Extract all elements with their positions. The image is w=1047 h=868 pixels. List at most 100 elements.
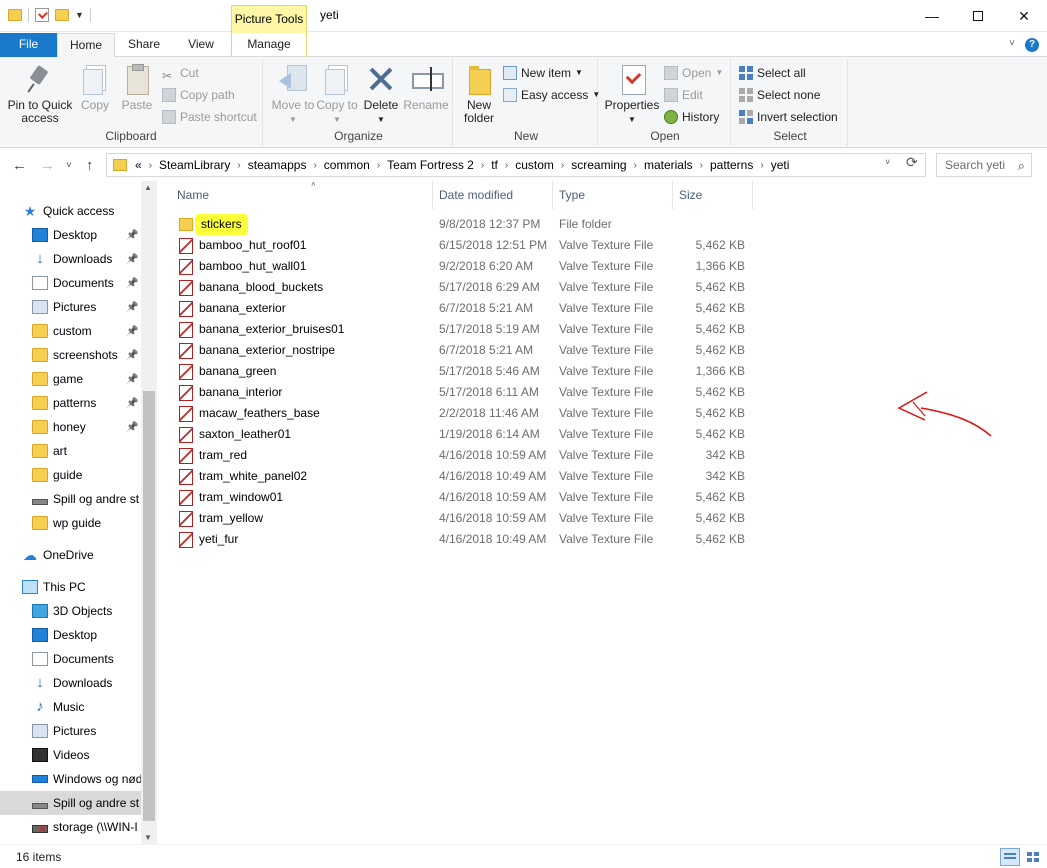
- properties-icon[interactable]: [35, 8, 49, 22]
- nav-item[interactable]: ♪ Music: [0, 695, 141, 719]
- large-icons-view-icon[interactable]: [1023, 848, 1043, 866]
- paste-shortcut-button[interactable]: Paste shortcut: [162, 107, 257, 127]
- history-button[interactable]: History: [664, 107, 719, 127]
- pin-icon[interactable]: 📌: [126, 278, 138, 289]
- pin-icon[interactable]: 📌: [126, 422, 138, 433]
- new-folder-icon[interactable]: [55, 9, 69, 21]
- file-row[interactable]: bamboo_hut_roof01 6/15/2018 12:51 PM Valve…: [157, 235, 757, 256]
- breadcrumb-item[interactable]: custom: [515, 158, 554, 172]
- chevron-right-icon[interactable]: ›: [237, 160, 240, 171]
- open-button[interactable]: Open ▼: [664, 63, 723, 83]
- tab-manage[interactable]: Manage: [231, 33, 307, 57]
- nav-item[interactable]: screenshots 📌: [0, 343, 141, 367]
- pin-icon[interactable]: 📌: [126, 374, 138, 385]
- breadcrumb-item[interactable]: yeti: [771, 158, 790, 172]
- tab-file[interactable]: File: [0, 33, 57, 57]
- nav-quick-access[interactable]: ★ Quick access: [0, 199, 141, 223]
- nav-item[interactable]: ↓ Downloads 📌: [0, 247, 141, 271]
- breadcrumb-item[interactable]: Team Fortress 2: [387, 158, 474, 172]
- breadcrumb-item[interactable]: SteamLibrary: [159, 158, 230, 172]
- breadcrumb-item[interactable]: screaming: [571, 158, 626, 172]
- file-row[interactable]: saxton_leather01 1/19/2018 6:14 AM Valve T…: [157, 424, 757, 445]
- address-bar[interactable]: « › SteamLibrary › steamapps › common › Team F…: [106, 153, 926, 177]
- column-header-type[interactable]: Type: [553, 181, 673, 209]
- nav-item[interactable]: wp guide: [0, 511, 141, 535]
- tab-home[interactable]: Home: [57, 33, 115, 58]
- chevron-right-icon[interactable]: ›: [313, 160, 316, 171]
- file-row[interactable]: yeti_fur 4/16/2018 10:49 AM Valve Texture …: [157, 529, 757, 550]
- nav-item[interactable]: patterns 📌: [0, 391, 141, 415]
- copy-path-button[interactable]: Copy path: [162, 85, 235, 105]
- column-header-date[interactable]: Date modified: [433, 181, 553, 209]
- minimize-button[interactable]: —: [909, 0, 955, 32]
- nav-item[interactable]: honey 📌: [0, 415, 141, 439]
- breadcrumb-item[interactable]: patterns: [710, 158, 753, 172]
- nav-item[interactable]: storage (\\WIN-I: [0, 815, 141, 839]
- details-view-icon[interactable]: [1000, 848, 1020, 866]
- paste-button[interactable]: Paste: [118, 63, 156, 112]
- file-row[interactable]: tram_red 4/16/2018 10:59 AM Valve Texture …: [157, 445, 757, 466]
- nav-item[interactable]: game 📌: [0, 367, 141, 391]
- chevron-right-icon[interactable]: ›: [760, 160, 763, 171]
- file-row[interactable]: tram_white_panel02 4/16/2018 10:49 AM Valv…: [157, 466, 757, 487]
- chevron-right-icon[interactable]: ›: [149, 160, 152, 171]
- edit-button[interactable]: Edit: [664, 85, 703, 105]
- nav-item[interactable]: Documents 📌: [0, 271, 141, 295]
- pin-icon[interactable]: 📌: [126, 350, 138, 361]
- move-to-button[interactable]: Move to ▼: [271, 63, 315, 126]
- nav-item[interactable]: Documents: [0, 647, 141, 671]
- pin-icon[interactable]: 📌: [126, 326, 138, 337]
- tab-view[interactable]: View: [174, 33, 228, 57]
- easy-access-button[interactable]: Easy access ▼: [503, 85, 600, 105]
- breadcrumb-item[interactable]: materials: [644, 158, 693, 172]
- copy-button[interactable]: Copy: [76, 63, 114, 112]
- nav-item[interactable]: Pictures: [0, 719, 141, 743]
- file-row[interactable]: bamboo_hut_wall01 9/2/2018 6:20 AM Valve T…: [157, 256, 757, 277]
- nav-onedrive[interactable]: ☁ OneDrive: [0, 543, 141, 567]
- nav-item[interactable]: ↓ Downloads: [0, 671, 141, 695]
- search-input[interactable]: Search yeti ⌕: [936, 153, 1032, 177]
- nav-item[interactable]: 3D Objects: [0, 599, 141, 623]
- new-folder-button[interactable]: New folder: [459, 63, 499, 125]
- chevron-right-icon[interactable]: ›: [700, 160, 703, 171]
- forward-arrow-icon[interactable]: →: [40, 157, 55, 174]
- back-arrow-icon[interactable]: ←: [12, 157, 27, 174]
- rename-button[interactable]: Rename: [403, 63, 449, 112]
- help-icon[interactable]: ?: [1025, 38, 1039, 52]
- new-item-button[interactable]: New item ▼: [503, 63, 583, 83]
- nav-item[interactable]: Pictures 📌: [0, 295, 141, 319]
- refresh-icon[interactable]: ⟳: [906, 154, 918, 171]
- pin-icon[interactable]: 📌: [126, 254, 138, 265]
- pin-to-quick-access-button[interactable]: Pin to Quick access: [6, 63, 74, 125]
- breadcrumb-item[interactable]: steamapps: [248, 158, 307, 172]
- chevron-right-icon[interactable]: ›: [634, 160, 637, 171]
- properties-button[interactable]: Properties ▼: [604, 63, 660, 126]
- nav-item[interactable]: Desktop 📌: [0, 223, 141, 247]
- nav-item[interactable]: Desktop: [0, 623, 141, 647]
- maximize-button[interactable]: [955, 0, 1001, 32]
- nav-item[interactable]: Spill og andre st: [0, 791, 141, 815]
- tab-share[interactable]: Share: [118, 33, 170, 57]
- file-row[interactable]: tram_yellow 4/16/2018 10:59 AM Valve Textu…: [157, 508, 757, 529]
- file-row[interactable]: banana_blood_buckets 5/17/2018 6:29 AM Val…: [157, 277, 757, 298]
- nav-this-pc[interactable]: This PC: [0, 575, 141, 599]
- breadcrumb-item[interactable]: common: [324, 158, 370, 172]
- scroll-down-icon[interactable]: ▼: [144, 833, 152, 842]
- select-all-button[interactable]: Select all: [739, 63, 806, 83]
- nav-item[interactable]: Spill og andre st: [0, 487, 141, 511]
- nav-item[interactable]: art: [0, 439, 141, 463]
- copy-to-button[interactable]: Copy to ▼: [315, 63, 359, 126]
- pin-icon[interactable]: 📌: [126, 230, 138, 241]
- file-row[interactable]: macaw_feathers_base 2/2/2018 11:46 AM Valv…: [157, 403, 757, 424]
- chevron-right-icon[interactable]: ›: [481, 160, 484, 171]
- up-arrow-icon[interactable]: ↑: [86, 157, 94, 174]
- nav-scrollbar[interactable]: ▲ ▼: [141, 181, 157, 844]
- nav-item[interactable]: guide: [0, 463, 141, 487]
- address-dropdown-icon[interactable]: ˅: [885, 157, 890, 167]
- breadcrumb-item[interactable]: tf: [491, 158, 498, 172]
- select-none-button[interactable]: Select none: [739, 85, 820, 105]
- scroll-up-icon[interactable]: ▲: [144, 183, 152, 192]
- file-row[interactable]: banana_exterior 6/7/2018 5:21 AM Valve Tex…: [157, 298, 757, 319]
- chevron-right-icon[interactable]: ›: [377, 160, 380, 171]
- file-row[interactable]: tram_window01 4/16/2018 10:59 AM Valve Tex…: [157, 487, 757, 508]
